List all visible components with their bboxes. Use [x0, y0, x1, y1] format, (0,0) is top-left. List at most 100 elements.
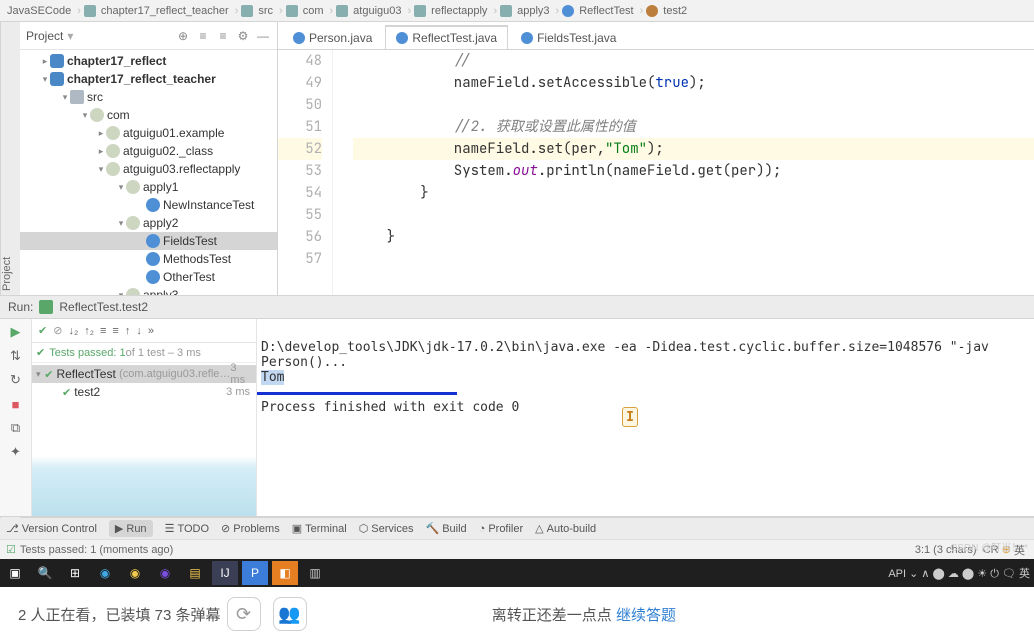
tree-item[interactable]: ▾apply3: [20, 286, 277, 295]
editor-tab[interactable]: Person.java: [282, 25, 383, 49]
chevron-icon: ▸: [96, 128, 106, 139]
tree-item[interactable]: ▾src: [20, 88, 277, 106]
stop-icon[interactable]: ■: [7, 395, 25, 413]
os-taskbar[interactable]: ▣ 🔍 ⊞ ◉ ◉ ◉ ▤ IJ P ◧ ▥ API ⌄ ∧ ⬤ ☁ ⬤ ☀ ⏻…: [0, 559, 1034, 587]
tree-label: OtherTest: [163, 270, 215, 284]
tree-item[interactable]: ▸atguigu01.example: [20, 124, 277, 142]
side-tab-project[interactable]: Project: [0, 22, 20, 295]
collapse-icon[interactable]: ≡: [215, 28, 231, 44]
app-icon[interactable]: ◧: [272, 561, 298, 585]
test-tree[interactable]: ▾ ✔ ReflectTest (com.atguigu03.refle… 3 …: [32, 363, 256, 516]
app-icon[interactable]: ◉: [152, 561, 178, 585]
check-icon[interactable]: ✔: [38, 324, 47, 337]
tree-item[interactable]: ▾apply1: [20, 178, 277, 196]
tree-item[interactable]: ▸chapter17_reflect: [20, 52, 277, 70]
code-lines[interactable]: // nameField.setAccessible(true); //2. 获…: [333, 50, 1034, 295]
collapse-all-icon[interactable]: ≡: [112, 325, 118, 337]
tree-item[interactable]: OtherTest: [20, 268, 277, 286]
tool-terminal[interactable]: ▣ Terminal: [292, 522, 347, 535]
tree-item[interactable]: ▾apply2: [20, 214, 277, 232]
tree-label: apply2: [143, 216, 178, 230]
status-check-icon: ☑: [6, 543, 16, 556]
pkg-icon: [106, 126, 120, 140]
tests-passed-label: Tests passed: 1: [49, 347, 125, 359]
module-icon: [50, 72, 64, 86]
run-label: Run:: [8, 300, 33, 314]
tree-item[interactable]: ▸atguigu02._class: [20, 142, 277, 160]
expand-icon[interactable]: ≡: [195, 28, 211, 44]
app-icon[interactable]: P: [242, 561, 268, 585]
project-tree[interactable]: ▸chapter17_reflect▾chapter17_reflect_tea…: [20, 50, 277, 295]
chrome-icon[interactable]: ◉: [122, 561, 148, 585]
tree-item[interactable]: MethodsTest: [20, 250, 277, 268]
tool-profiler[interactable]: ◔ Profiler: [479, 523, 524, 535]
tree-item[interactable]: FieldsTest: [20, 232, 277, 250]
tree-item[interactable]: ▾atguigu03.reflectapply: [20, 160, 277, 178]
hide-icon[interactable]: —: [255, 28, 271, 44]
test-suite-row[interactable]: ▾ ✔ ReflectTest (com.atguigu03.refle… 3 …: [32, 365, 256, 383]
breadcrumb: JavaSECode› chapter17_reflect_teacher› s…: [0, 0, 1034, 22]
system-tray[interactable]: API ⌄ ∧ ⬤ ☁ ⬤ ☀ ⏻ 🗨 英: [888, 565, 1034, 581]
expand-all-icon[interactable]: ≡: [100, 325, 106, 337]
run-config-icon: [39, 300, 53, 314]
overlay-refresh-icon[interactable]: ⟳: [227, 597, 261, 631]
more-icon[interactable]: »: [148, 325, 154, 337]
taskview-icon[interactable]: ⊞: [62, 561, 88, 585]
memory-chart: [32, 456, 256, 516]
project-header: Project ▾ ⊕ ≡ ≡ ⚙ —: [20, 22, 277, 50]
annotation-underline: [257, 377, 457, 395]
cls-icon: [146, 270, 160, 284]
editor-tab[interactable]: ReflectTest.java: [385, 25, 508, 49]
prev-icon[interactable]: ↑: [125, 325, 131, 337]
tool-problems[interactable]: ⊘ Problems: [221, 522, 280, 535]
pin-icon[interactable]: ✦: [7, 443, 25, 461]
run-icon-column: ▶ ⇅ ↻ ■ ⧉ ✦: [0, 319, 32, 516]
layout-icon[interactable]: ⧉: [7, 419, 25, 437]
tree-item[interactable]: ▾com: [20, 106, 277, 124]
test-suite-package: (com.atguigu03.refle…: [119, 368, 230, 380]
tree-label: chapter17_reflect: [67, 54, 166, 68]
search-icon[interactable]: 🔍: [32, 561, 58, 585]
rerun-icon[interactable]: ▶: [7, 323, 25, 341]
tree-item[interactable]: ▾chapter17_reflect_teacher: [20, 70, 277, 88]
explorer-icon[interactable]: ▤: [182, 561, 208, 585]
tool-build[interactable]: 🔨 Build: [425, 522, 466, 535]
tool-services[interactable]: ⬡ Services: [359, 522, 414, 535]
main-row: Project Project ▾ ⊕ ≡ ≡ ⚙ — ▸chapter17_r…: [0, 22, 1034, 295]
tree-item[interactable]: NewInstanceTest: [20, 196, 277, 214]
run-config-name[interactable]: ReflectTest.test2: [59, 300, 148, 314]
overlay-people-icon[interactable]: 👥: [273, 597, 307, 631]
rerun-failed-icon[interactable]: ↻: [7, 371, 25, 389]
tool-version-control[interactable]: ⎇ Version Control: [6, 522, 97, 535]
tree-label: atguigu03.reflectapply: [123, 162, 240, 176]
sort-icon[interactable]: ↑₂: [84, 325, 94, 337]
tool-todo[interactable]: ☰ TODO: [165, 522, 209, 535]
sort-icon[interactable]: ↓₂: [68, 325, 78, 337]
tool-autobuild[interactable]: △ Auto-build: [535, 522, 596, 535]
edge-icon[interactable]: ◉: [92, 561, 118, 585]
editor-tab[interactable]: FieldsTest.java: [510, 25, 627, 49]
overlay-link[interactable]: 继续答题: [616, 604, 676, 625]
tree-label: atguigu02._class: [123, 144, 213, 158]
next-icon[interactable]: ↓: [136, 325, 142, 337]
test-case-row[interactable]: ✔ test2 3 ms: [32, 383, 256, 401]
pkg-icon: [106, 144, 120, 158]
chevron-icon: ▾: [80, 110, 90, 121]
pkg-icon: [106, 162, 120, 176]
watermark: CSDN @叮当！ *: [950, 539, 1028, 554]
app-icon[interactable]: ▥: [302, 561, 328, 585]
package-icon: [414, 5, 426, 17]
locate-icon[interactable]: ⊕: [175, 28, 191, 44]
toggle-icon[interactable]: ⇅: [7, 347, 25, 365]
tree-label: apply1: [143, 180, 178, 194]
start-icon[interactable]: ▣: [2, 561, 28, 585]
settings-icon[interactable]: ⚙: [235, 28, 251, 44]
pass-icon: ✔: [44, 368, 53, 381]
intellij-icon[interactable]: IJ: [212, 561, 238, 585]
tool-run[interactable]: ▶ Run: [109, 520, 153, 537]
code-area[interactable]: 48495051525354555657 // nameField.setAcc…: [278, 50, 1034, 295]
fail-icon[interactable]: ⊘: [53, 324, 62, 337]
tab-label: Person.java: [309, 31, 372, 45]
dropdown-icon[interactable]: ▾: [67, 29, 73, 43]
console-output[interactable]: D:\develop_tools\JDK\jdk-17.0.2\bin\java…: [257, 319, 1034, 516]
